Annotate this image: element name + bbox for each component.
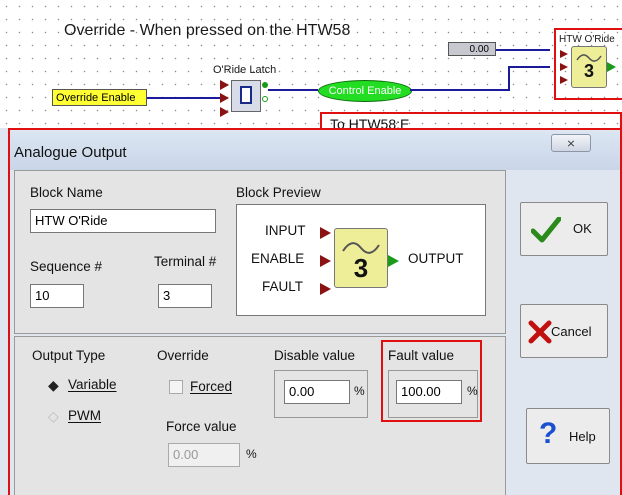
control-enable-node[interactable]: Control Enable <box>318 80 412 102</box>
dialog-highlight <box>8 128 622 495</box>
block-number: 3 <box>583 61 594 81</box>
block-output-arrow <box>607 62 616 72</box>
block-input-arrow <box>560 50 568 58</box>
latch-input-arrow <box>220 93 229 103</box>
latch-input-arrow <box>220 107 229 117</box>
wire <box>496 49 550 51</box>
htw-block[interactable]: 3 <box>571 46 607 88</box>
wire <box>508 66 510 91</box>
latch-output-dot <box>262 96 268 102</box>
block-input-arrow <box>560 63 568 71</box>
latch-input-arrow <box>220 80 229 90</box>
wire <box>410 89 510 91</box>
diagram-title: Override - When pressed on the HTW58 <box>64 22 351 39</box>
block-label: HTW O'Ride <box>559 34 615 45</box>
latch-output-dot <box>262 82 268 88</box>
latch-block[interactable] <box>231 80 261 112</box>
override-enable-tag[interactable]: Override Enable <box>52 89 147 106</box>
wire <box>508 66 550 68</box>
latch-label: O'Ride Latch <box>213 64 277 76</box>
value-box[interactable]: 0.00 <box>448 42 496 56</box>
wire <box>147 97 225 99</box>
block-input-arrow <box>560 76 568 84</box>
wire <box>268 89 318 91</box>
